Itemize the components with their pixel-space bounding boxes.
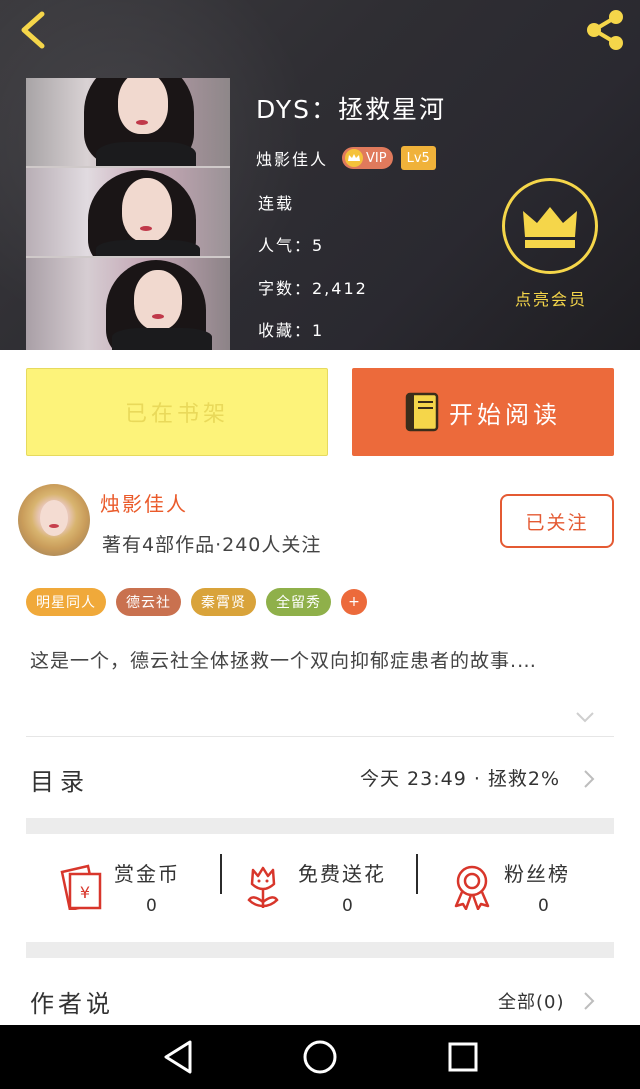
add-tag-button[interactable]: + <box>341 589 367 615</box>
author-says-all-link[interactable]: 全部(0) <box>498 988 565 1014</box>
ribbon-award-icon <box>454 865 490 910</box>
tag[interactable]: 秦霄贤 <box>191 588 256 616</box>
member-button[interactable] <box>502 178 598 274</box>
follow-button[interactable]: 已关注 <box>500 494 614 548</box>
catalog-label[interactable]: 目录 <box>30 762 90 797</box>
chevron-left-icon[interactable] <box>14 8 54 52</box>
chevron-down-icon[interactable] <box>574 706 596 728</box>
reward-coins[interactable]: ¥ 赏金币 0 <box>56 852 216 922</box>
tag[interactable]: 全留秀 <box>266 588 331 616</box>
favorites-count: 收藏：1 <box>258 321 325 340</box>
author-line: 烛影佳人 VIP Lv5 <box>256 146 436 170</box>
reward-value: 0 <box>146 896 157 916</box>
flower-value: 0 <box>342 896 353 916</box>
chevron-right-icon[interactable] <box>582 990 596 1012</box>
tag[interactable]: 德云社 <box>116 588 181 616</box>
start-reading-button[interactable]: 开始阅读 <box>352 368 614 456</box>
author-name[interactable]: 烛影佳人 <box>100 488 188 517</box>
nav-recent-apps-icon[interactable] <box>448 1042 478 1072</box>
fan-ranking[interactable]: 粉丝榜 0 <box>450 852 600 922</box>
book-title: DYS：拯救星河 <box>256 95 447 124</box>
system-nav-bar <box>0 1025 640 1089</box>
start-reading-label: 开始阅读 <box>449 400 561 429</box>
share-icon[interactable] <box>582 8 628 52</box>
level-badge: Lv5 <box>400 146 436 170</box>
author-avatar[interactable] <box>18 484 90 556</box>
book-description[interactable]: 这是一个，德云社全体拯救一个双向抑郁症患者的故事.… <box>30 646 614 676</box>
vip-badge: VIP <box>342 147 393 169</box>
divider <box>220 854 222 894</box>
svg-text:¥: ¥ <box>80 883 90 902</box>
serial-status: 连载 <box>258 194 295 213</box>
flower-label: 免费送花 <box>298 862 386 886</box>
fan-ranking-label: 粉丝榜 <box>504 862 570 886</box>
catalog-latest[interactable]: 今天 23:49 · 拯救2% <box>360 764 560 791</box>
author-stats: 著有4部作品·240人关注 <box>102 534 322 556</box>
popularity: 人气：5 <box>258 236 325 255</box>
red-envelope-icon: ¥ <box>60 864 102 910</box>
crown-icon <box>523 207 577 248</box>
crown-icon <box>345 149 364 167</box>
author-name-header[interactable]: 烛影佳人 <box>256 146 328 170</box>
tag[interactable]: 明星同人 <box>26 588 106 616</box>
section-separator <box>26 818 614 834</box>
tag-list: 明星同人 德云社 秦霄贤 全留秀 + <box>26 588 367 616</box>
fan-ranking-value: 0 <box>538 896 549 916</box>
nav-back-icon[interactable] <box>162 1039 194 1075</box>
chevron-right-icon[interactable] <box>582 768 596 790</box>
free-flower[interactable]: 免费送花 0 <box>244 852 414 922</box>
reward-label: 赏金币 <box>114 862 180 886</box>
member-label[interactable]: 点亮会员 <box>496 286 606 310</box>
flower-icon <box>247 866 279 908</box>
word-count: 字数：2,412 <box>258 279 368 298</box>
book-header: DYS：拯救星河 烛影佳人 VIP Lv5 连载 人气：5 字数：2,412 收… <box>0 0 640 350</box>
nav-home-icon[interactable] <box>302 1039 338 1075</box>
divider <box>416 854 418 894</box>
book-icon <box>405 392 439 432</box>
section-separator <box>26 942 614 958</box>
author-says-label: 作者说 <box>30 990 114 1018</box>
book-cover[interactable] <box>26 78 230 350</box>
vip-label: VIP <box>366 150 387 166</box>
divider <box>26 736 614 737</box>
add-to-shelf-button[interactable]: 已在书架 <box>26 368 328 456</box>
